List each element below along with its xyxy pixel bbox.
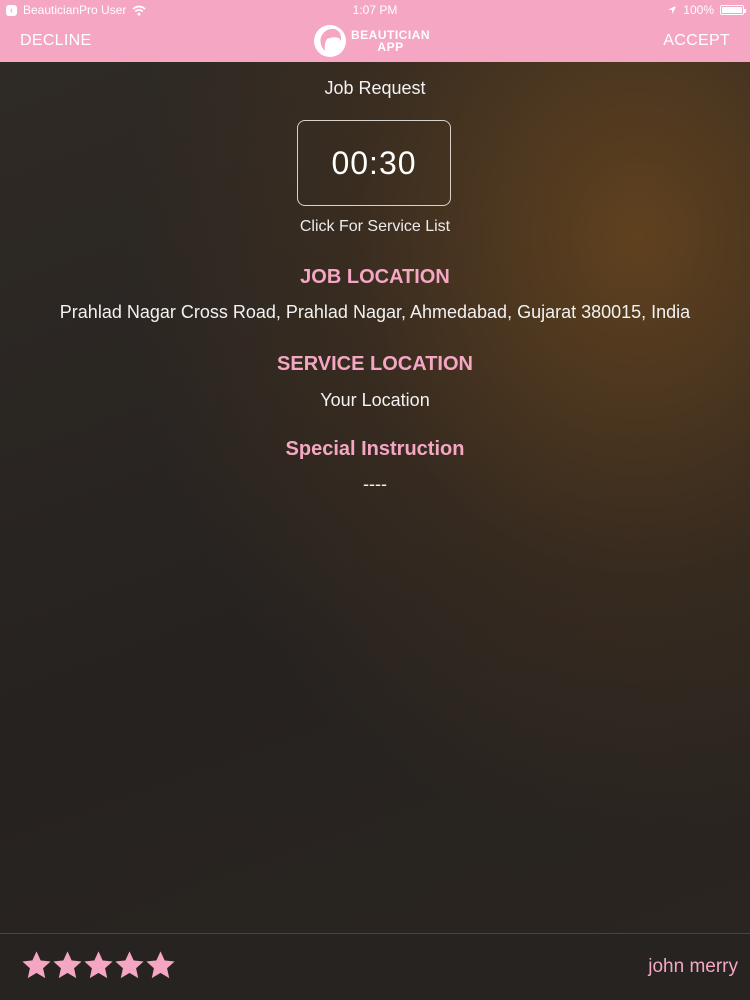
special-instruction-value: ---- [363, 474, 387, 494]
star-icon [53, 951, 82, 979]
decline-button[interactable]: DECLINE [20, 32, 91, 50]
logo-line2: APP [377, 40, 404, 54]
service-list-link[interactable]: Click For Service List [0, 218, 750, 236]
service-location-heading: SERVICE LOCATION [277, 353, 473, 375]
star-icon [84, 951, 113, 979]
service-location-value: Your Location [320, 390, 430, 410]
face-silhouette-icon [314, 25, 346, 57]
nav-bar: DECLINE BEAUTICIAN APP ACCEPT [0, 20, 750, 62]
special-instruction-heading: Special Instruction [285, 438, 465, 460]
customer-name: john merry [648, 956, 738, 977]
status-bar-right: 100% [667, 3, 746, 17]
rating-stars [22, 951, 175, 980]
battery-icon [720, 5, 746, 15]
accept-button[interactable]: ACCEPT [663, 32, 730, 50]
job-location-heading: JOB LOCATION [300, 266, 450, 288]
countdown-timer: 00:30 [331, 144, 417, 181]
countdown-timer-box[interactable]: 00:30 [297, 120, 451, 206]
star-icon [115, 951, 144, 979]
customer-bar: john merry [0, 933, 750, 1000]
logo-text: BEAUTICIAN APP [351, 29, 430, 53]
status-bar: ‹ BeauticianPro User 1:07 PM 100% [0, 0, 750, 20]
app-logo: BEAUTICIAN APP [313, 23, 430, 59]
location-arrow-icon [668, 6, 677, 14]
page-title: Job Request [324, 78, 426, 98]
battery-percent: 100% [683, 3, 714, 17]
job-request-panel: Job Request 00:30 Click For Service List… [0, 62, 750, 933]
star-icon [146, 951, 175, 979]
job-location-address: Prahlad Nagar Cross Road, Prahlad Nagar,… [59, 302, 691, 322]
status-time: 1:07 PM [352, 3, 398, 17]
star-icon [22, 951, 51, 979]
